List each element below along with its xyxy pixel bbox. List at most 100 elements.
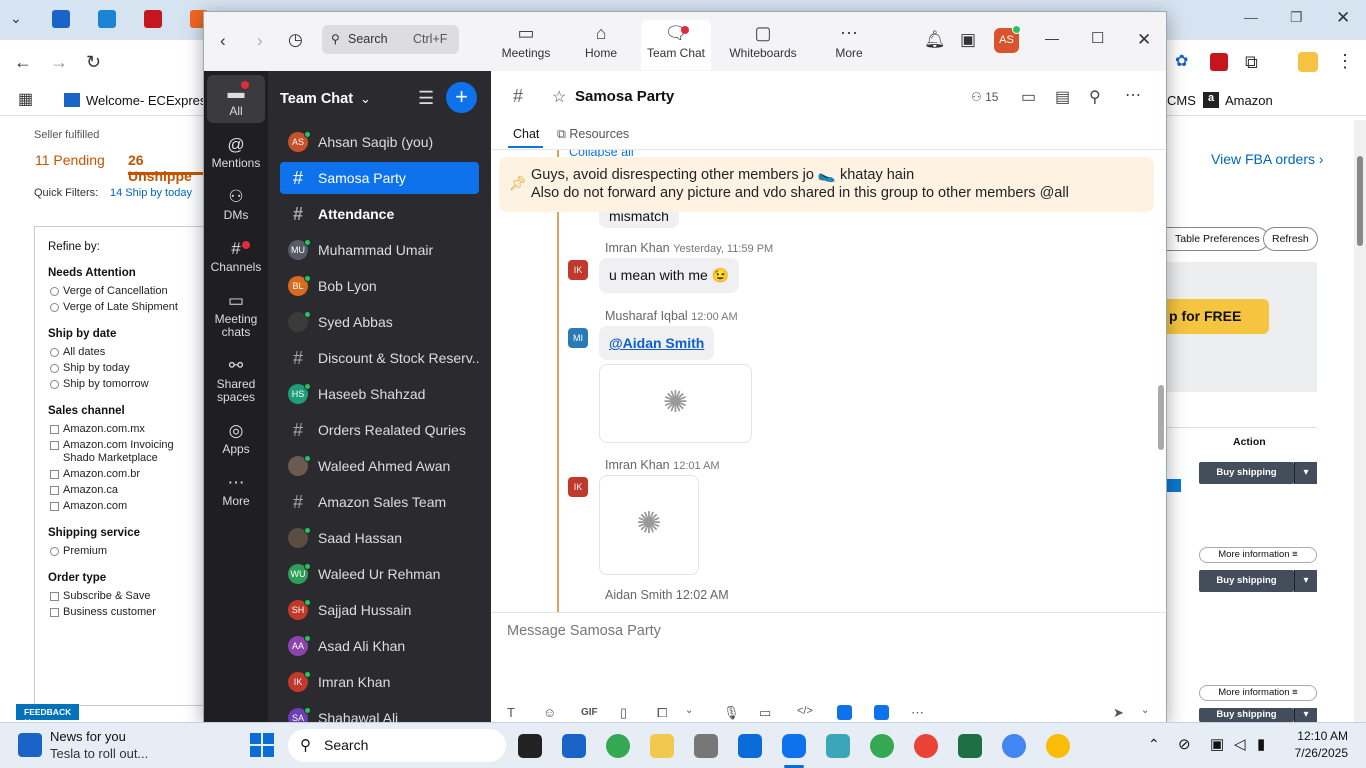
dm-item[interactable]: HS Haseeb Shahzad <box>280 378 479 410</box>
chat-scrollbar[interactable] <box>1155 150 1166 612</box>
tab-resources[interactable]: ⧉ Resources <box>557 127 629 142</box>
dm-item[interactable]: AA Asad Ali Khan <box>280 630 479 662</box>
chrome-profile-icon[interactable] <box>870 734 894 758</box>
chat-list-title[interactable]: Team Chat <box>280 91 353 107</box>
buy-shipping-button[interactable]: Buy shipping <box>1199 570 1294 592</box>
code-icon[interactable]: </> <box>797 705 813 717</box>
bookmark-welcome[interactable]: Welcome- ECExpres... <box>86 93 217 108</box>
pinned-message[interactable]: 📌︎ Guys, avoid disrespecting other membe… <box>499 157 1154 212</box>
tray-chevron-icon[interactable]: ⌃ <box>1148 736 1160 753</box>
taskbar-search[interactable]: ⚲ Search <box>288 729 506 762</box>
send-icon[interactable]: ➤ <box>1113 705 1124 721</box>
image-attachment[interactable]: ✺ <box>599 475 699 575</box>
channel-item[interactable]: # Samosa Party <box>280 162 479 194</box>
checkbox[interactable] <box>50 470 59 479</box>
dm-item[interactable]: Syed Abbas <box>280 306 479 338</box>
channel-item[interactable]: # Discount & Stock Reserv... <box>280 342 479 374</box>
sidebar-dms[interactable]: ⚇ DMs <box>207 185 265 222</box>
feedback-button[interactable]: FEEDBACK ✕ <box>16 704 79 727</box>
dm-item[interactable]: SH Sajjad Hussain <box>280 594 479 626</box>
volume-icon[interactable]: ◁ <box>1234 735 1246 753</box>
filter-option[interactable]: Amazon.com.br <box>50 468 204 481</box>
reload-icon[interactable]: ↻ <box>86 53 101 71</box>
tab-red-icon[interactable] <box>144 10 162 28</box>
checkbox[interactable] <box>50 502 59 511</box>
image-attachment[interactable]: ✺ <box>599 364 752 443</box>
dm-item[interactable]: Saad Hassan <box>280 522 479 554</box>
sidebar-apps[interactable]: ◎ Apps <box>207 419 265 456</box>
bookmark-amazon[interactable]: Amazon <box>1225 93 1273 108</box>
star-icon[interactable]: ☆ <box>552 87 566 107</box>
nav-team-chat[interactable]: 🗨 Team Chat <box>641 20 711 70</box>
send-options-icon[interactable]: ⌄ <box>1141 705 1149 716</box>
profile-extension-icon[interactable] <box>1298 52 1318 72</box>
radio-button[interactable] <box>50 303 59 312</box>
clock-time[interactable]: 12:10 AM <box>1292 729 1348 743</box>
browser-minimize-icon[interactable]: — <box>1244 10 1258 24</box>
chrome-profile-icon[interactable] <box>1046 734 1070 758</box>
view-fba-link[interactable]: View FBA orders › <box>1211 151 1324 167</box>
buy-shipping-button[interactable]: Buy shipping <box>1199 708 1294 722</box>
channel-more-icon[interactable]: ⋯ <box>1125 85 1141 105</box>
refresh-button[interactable]: Refresh <box>1263 227 1318 251</box>
radio-button[interactable] <box>50 287 59 296</box>
calculator-icon[interactable] <box>694 734 718 758</box>
checkbox[interactable] <box>50 608 59 617</box>
store-icon[interactable] <box>562 734 586 758</box>
news-subtitle[interactable]: Tesla to roll out... <box>50 746 148 761</box>
channel-item[interactable]: # Orders Realated Quries <box>280 414 479 446</box>
sidebar-channels[interactable]: # Channels <box>207 237 265 274</box>
network-off-icon[interactable]: ⊘ <box>1178 735 1191 753</box>
file-icon[interactable]: ▯ <box>620 705 627 721</box>
tab-ec-icon[interactable] <box>52 10 70 28</box>
tab-blue-icon[interactable] <box>98 10 116 28</box>
buy-shipping-dropdown-icon[interactable]: ▾ <box>1294 570 1317 592</box>
extensions-icon[interactable]: ⧉ <box>1245 53 1258 71</box>
nav-whiteboards[interactable]: ▢ Whiteboards <box>726 20 800 70</box>
checkbox[interactable] <box>50 425 59 434</box>
filter-option[interactable]: Ship by today <box>50 362 204 375</box>
battery-icon[interactable]: ▮ <box>1257 735 1265 753</box>
dm-item[interactable]: MU Muhammad Umair <box>280 234 479 266</box>
quick-filter-ship-today[interactable]: 14 Ship by today <box>110 187 192 199</box>
file-explorer-icon[interactable] <box>650 734 674 758</box>
pdf-extension-icon[interactable] <box>1210 53 1228 71</box>
more-information-button[interactable]: More information ≡ <box>1199 547 1317 563</box>
schedule-icon[interactable]: ▤ <box>1055 87 1070 107</box>
task-view-icon[interactable] <box>518 734 542 758</box>
tab-chat[interactable]: Chat <box>513 127 539 141</box>
radio-button[interactable] <box>50 348 59 357</box>
checkbox[interactable] <box>50 592 59 601</box>
screenshot-dropdown-icon[interactable]: ⌄ <box>685 705 693 716</box>
zoom-maximize-icon[interactable]: ☐ <box>1091 31 1104 46</box>
browser-restore-icon[interactable]: ❐ <box>1290 10 1303 24</box>
calendar-icon[interactable]: ▣ <box>960 31 976 48</box>
chevron-down-icon[interactable]: ⌄ <box>360 91 371 107</box>
tab-list-icon[interactable]: ⌄ <box>10 11 22 25</box>
back-icon[interactable]: ← <box>14 53 32 71</box>
display-icon[interactable]: ▣ <box>1210 735 1224 753</box>
windows-start-icon[interactable] <box>250 733 274 757</box>
message-sender[interactable]: Imran Khan <box>605 241 670 255</box>
nav-meetings[interactable]: ▭ Meetings <box>491 20 561 70</box>
radio-button[interactable] <box>50 364 59 373</box>
zoom-search-box[interactable]: ⚲ Search Ctrl+F <box>322 25 459 54</box>
filter-option[interactable]: All dates <box>50 346 204 359</box>
app-icon[interactable] <box>874 705 889 720</box>
zoom-back-icon[interactable]: ‹ <box>220 32 226 49</box>
channel-search-icon[interactable]: ⚲ <box>1089 87 1101 107</box>
pending-tab[interactable]: 11 Pending <box>35 152 105 168</box>
checkbox[interactable] <box>50 441 59 450</box>
more-information-button[interactable]: More information ≡ <box>1199 685 1317 701</box>
filter-option[interactable]: Premium <box>50 545 204 558</box>
news-widget-icon[interactable] <box>18 733 42 757</box>
sidebar-mentions[interactable]: @ Mentions <box>207 133 265 170</box>
dm-item[interactable]: Waleed Ahmed Awan <box>280 450 479 482</box>
app-icon[interactable] <box>837 705 852 720</box>
zoom-forward-icon[interactable]: › <box>257 32 263 49</box>
zoom-close-icon[interactable]: ✕ <box>1137 31 1151 48</box>
filter-option[interactable]: Amazon.com.mx <box>50 423 204 436</box>
chrome-icon[interactable] <box>606 734 630 758</box>
zoom-taskbar-icon[interactable] <box>782 734 806 758</box>
free-banner-button[interactable]: p for FREE <box>1167 299 1269 334</box>
